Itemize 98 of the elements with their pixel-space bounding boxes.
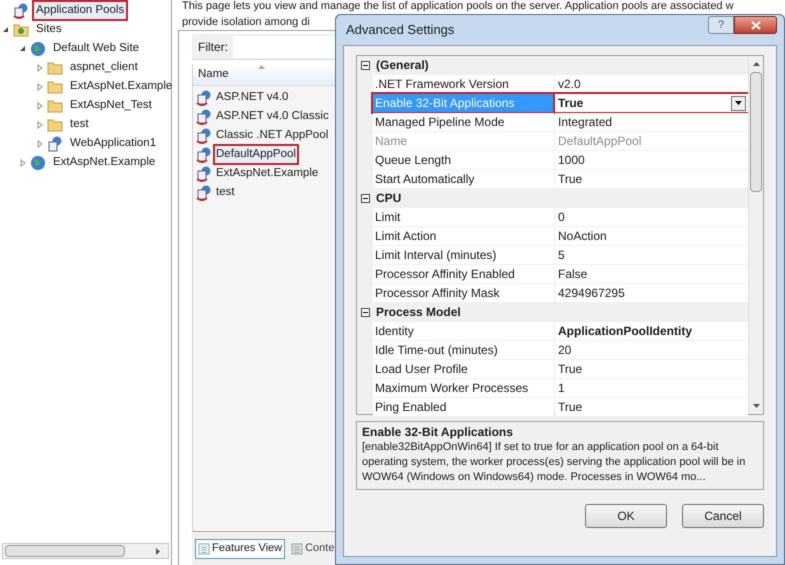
- list-view-icon: [291, 542, 304, 554]
- tree-item[interactable]: Application Pools: [32, 0, 128, 22]
- collapsed-caret-icon[interactable]: [20, 158, 26, 166]
- globe-icon: [30, 40, 46, 56]
- application-pool-icon: [196, 146, 212, 162]
- property-name[interactable]: Processor Affinity Enabled: [373, 265, 554, 283]
- scroll-down-arrow-icon[interactable]: [752, 404, 760, 408]
- view-tab[interactable]: Features View: [195, 538, 286, 558]
- help-text: [enable32BitAppOnWin64] If set to true for an application pool on a 64-bit operating system, the worker process(es) serving the application pool will be in WOW64 (Windows on Windows64) mode. Processes in WOW64 mo...: [362, 440, 746, 485]
- help-title: Enable 32-Bit Applications: [362, 425, 514, 440]
- collapse-icon[interactable]: [360, 308, 370, 316]
- tree-item[interactable]: ExtAspNet.Example: [66, 76, 176, 98]
- application-pool-icon: [196, 90, 212, 106]
- scroll-up-arrow-icon[interactable]: [752, 62, 760, 66]
- folder-icon: [47, 118, 63, 132]
- property-value[interactable]: True: [555, 360, 748, 378]
- property-value[interactable]: v2.0: [555, 75, 748, 93]
- application-pool-icon: [196, 128, 212, 144]
- property-name[interactable]: Ping Enabled: [373, 398, 554, 416]
- close-button[interactable]: [734, 16, 777, 34]
- filter-field[interactable]: [233, 36, 335, 58]
- filter-label: Filter:: [198, 38, 228, 56]
- tree-item[interactable]: ExtAspNet.Example: [49, 152, 160, 174]
- dialog-button[interactable]: Cancel: [682, 504, 764, 528]
- category-label: (General): [375, 57, 429, 74]
- property-name[interactable]: Identity: [373, 322, 554, 340]
- application-pool-icon: [13, 2, 29, 18]
- column-header[interactable]: Name: [193, 64, 335, 86]
- dialog-button[interactable]: OK: [585, 504, 667, 528]
- tree-item[interactable]: ExtAspNet_Test: [66, 94, 156, 116]
- tree-item[interactable]: Default Web Site: [49, 38, 144, 60]
- list-item[interactable]: DefaultAppPool: [213, 144, 299, 166]
- view-tab[interactable]: Conte: [288, 538, 338, 558]
- caret-icon: [735, 101, 742, 105]
- expanded-caret-icon[interactable]: [2, 26, 9, 33]
- property-value[interactable]: 0: [555, 208, 748, 226]
- close-icon: [750, 20, 760, 30]
- collapsed-caret-icon[interactable]: [36, 102, 42, 110]
- list-item[interactable]: test: [213, 182, 238, 204]
- property-name[interactable]: Processor Affinity Mask: [373, 284, 554, 302]
- tree-item[interactable]: Sites: [32, 18, 66, 40]
- property-name[interactable]: Maximum Worker Processes: [373, 379, 554, 397]
- property-value[interactable]: False: [555, 265, 748, 283]
- property-name[interactable]: Limit Action: [373, 227, 554, 245]
- property-value[interactable]: Integrated: [555, 113, 748, 131]
- sort-arrow-icon: [258, 65, 265, 69]
- tree-item[interactable]: WebApplication1: [66, 132, 160, 154]
- list-item[interactable]: Classic .NET AppPool: [213, 124, 332, 146]
- application-pool-icon: [196, 166, 212, 182]
- property-name[interactable]: .NET Framework Version: [373, 75, 554, 93]
- dialog-title: Advanced Settings: [346, 21, 454, 40]
- collapsed-caret-icon[interactable]: [36, 82, 42, 90]
- category-label: CPU: [375, 190, 402, 207]
- list-item[interactable]: ExtAspNet.Example: [213, 162, 322, 184]
- folder-icon: [47, 60, 63, 74]
- description-text: This page lets you view and manage the list of application pools on the server. Application pools are associated w: [172, 0, 785, 14]
- property-name[interactable]: Limit: [373, 208, 554, 226]
- property-name[interactable]: Queue Length: [373, 151, 554, 169]
- property-name[interactable]: Start Automatically: [373, 170, 554, 188]
- category-label: Process Model: [375, 304, 461, 321]
- property-value[interactable]: True: [555, 94, 748, 112]
- property-value[interactable]: 4294967295: [555, 284, 748, 302]
- application-pool-icon: [196, 184, 212, 200]
- property-value[interactable]: True: [555, 398, 748, 416]
- list-item[interactable]: ASP.NET v4.0: [213, 86, 292, 108]
- collapsed-caret-icon[interactable]: [36, 64, 42, 72]
- property-value[interactable]: NoAction: [555, 227, 748, 245]
- dropdown-button[interactable]: [731, 96, 746, 110]
- folder-globe-icon: [13, 22, 29, 36]
- description-text: provide isolation among di: [181, 15, 311, 30]
- application-pool-icon: [196, 108, 212, 124]
- globe-icon: [30, 154, 46, 170]
- property-name[interactable]: Managed Pipeline Mode: [373, 113, 554, 131]
- property-value[interactable]: 20: [555, 341, 748, 359]
- vertical-scrollbar[interactable]: [748, 56, 763, 414]
- folder-icon: [47, 80, 63, 94]
- collapsed-caret-icon[interactable]: [36, 140, 42, 148]
- collapse-icon[interactable]: [360, 60, 370, 70]
- property-name[interactable]: Load User Profile: [373, 360, 554, 378]
- tree-item[interactable]: test: [66, 114, 93, 136]
- property-value[interactable]: 1: [555, 379, 748, 397]
- tree-item[interactable]: aspnet_client: [66, 56, 142, 78]
- list-view-icon: [198, 542, 210, 554]
- help-button[interactable]: ?: [708, 16, 734, 34]
- property-value[interactable]: ApplicationPoolIdentity: [555, 322, 748, 340]
- property-value[interactable]: 5: [555, 246, 748, 264]
- property-name[interactable]: Idle Time-out (minutes): [373, 341, 554, 359]
- property-name[interactable]: Limit Interval (minutes): [373, 246, 554, 264]
- list-item[interactable]: ASP.NET v4.0 Classic: [213, 106, 332, 128]
- expanded-caret-icon[interactable]: [19, 45, 26, 52]
- property-value[interactable]: True: [555, 170, 748, 188]
- collapsed-caret-icon[interactable]: [36, 120, 42, 128]
- scroll-right-arrow-icon[interactable]: [156, 548, 160, 554]
- application-icon: [47, 136, 63, 152]
- horizontal-scrollbar[interactable]: [2, 543, 169, 559]
- folder-icon: [47, 98, 63, 112]
- collapse-icon[interactable]: [360, 194, 370, 202]
- property-value[interactable]: 1000: [555, 151, 748, 169]
